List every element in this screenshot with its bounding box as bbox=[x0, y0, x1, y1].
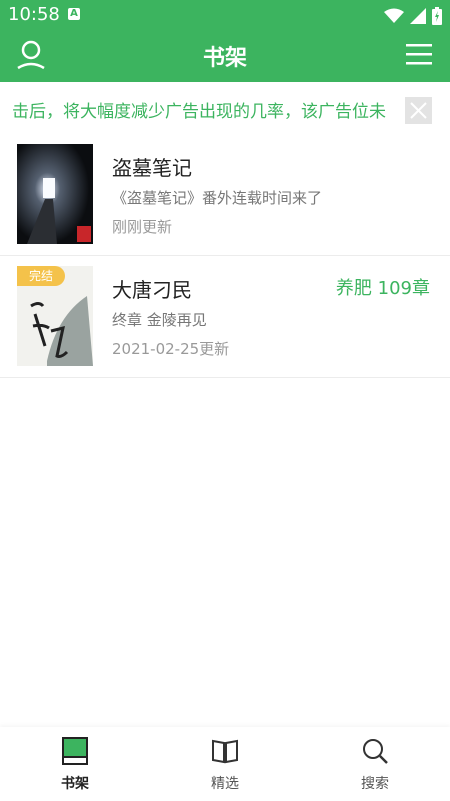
app-header: 10:58 A 书架 bbox=[0, 0, 450, 82]
close-icon[interactable] bbox=[405, 97, 432, 124]
tab-search[interactable]: 搜索 bbox=[330, 737, 420, 793]
completed-tag: 完结 bbox=[17, 266, 65, 286]
tab-label: 精选 bbox=[211, 776, 239, 792]
tab-label: 书架 bbox=[61, 776, 89, 792]
ticker-text: 击后，将大幅度减少广告出现的几率，该广告位未 bbox=[12, 102, 386, 122]
open-book-icon bbox=[212, 739, 238, 764]
book-cover: 完结 bbox=[17, 266, 93, 366]
tab-label: 搜索 bbox=[361, 776, 389, 792]
book-row[interactable]: 盗墓笔记 《盗墓笔记》番外连载时间来了 刚刚更新 bbox=[0, 134, 450, 256]
book-updated: 刚刚更新 bbox=[112, 218, 173, 236]
book-title: 大唐刁民 bbox=[112, 278, 192, 302]
bookshelf-list: 盗墓笔记 《盗墓笔记》番外连载时间来了 刚刚更新 完结 大唐刁民 养肥 109章… bbox=[0, 134, 450, 378]
notification-badge: A bbox=[68, 8, 80, 20]
wifi-icon bbox=[384, 8, 404, 23]
book-updated: 2021-02-25更新 bbox=[112, 340, 230, 358]
book-latest-chapter: 《盗墓笔记》番外连载时间来了 bbox=[112, 189, 323, 207]
menu-icon[interactable] bbox=[404, 40, 434, 70]
title-bar: 书架 bbox=[0, 30, 450, 82]
book-status: 养肥 109章 bbox=[335, 278, 430, 299]
tab-featured[interactable]: 精选 bbox=[180, 737, 270, 793]
book-row[interactable]: 完结 大唐刁民 养肥 109章 终章 金陵再见 2021-02-25更新 bbox=[0, 256, 450, 378]
bookshelf-icon bbox=[62, 737, 88, 765]
status-icons bbox=[384, 7, 442, 25]
status-bar: 10:58 A bbox=[0, 0, 450, 30]
battery-icon bbox=[432, 7, 442, 25]
search-icon bbox=[363, 739, 388, 764]
book-title: 盗墓笔记 bbox=[112, 156, 192, 180]
status-time: 10:58 bbox=[8, 4, 60, 25]
ad-ticker[interactable]: 击后，将大幅度减少广告出现的几率，该广告位未 bbox=[0, 82, 450, 134]
signal-icon bbox=[410, 8, 426, 24]
bottom-nav: 书架 精选 搜索 bbox=[0, 727, 450, 801]
book-latest-chapter: 终章 金陵再见 bbox=[112, 311, 207, 329]
page-title: 书架 bbox=[202, 46, 247, 71]
tab-bookshelf[interactable]: 书架 bbox=[30, 737, 120, 793]
book-cover bbox=[17, 144, 93, 244]
